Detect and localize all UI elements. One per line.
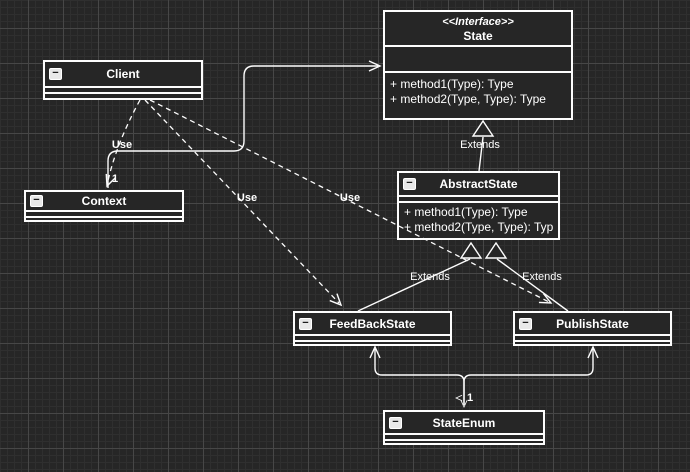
- class-state[interactable]: <<Interface>> State + method1(Type): Typ…: [383, 10, 573, 120]
- open-arrow-icon: [329, 293, 343, 307]
- collapsed-attributes: [45, 88, 201, 94]
- diagram-canvas[interactable]: <<Interface>> State + method1(Type): Typ…: [0, 0, 690, 472]
- class-stateenum-title-bar: − StateEnum: [385, 412, 543, 435]
- class-client-title-bar: − Client: [45, 62, 201, 88]
- class-publishstate-name: PublishState: [556, 316, 629, 331]
- method-row: + method2(Type, Type): Type: [390, 92, 546, 106]
- class-abstractstate[interactable]: − AbstractState + method1(Type): Type + …: [397, 171, 560, 240]
- class-feedbackstate-title-bar: − FeedBackState: [295, 313, 450, 336]
- collapsed-attributes: [26, 212, 182, 218]
- class-context[interactable]: − Context: [24, 190, 184, 222]
- class-state-attributes: [385, 47, 571, 73]
- edge-publishstate-abstractstate-extends[interactable]: [496, 258, 569, 312]
- class-feedbackstate-name: FeedBackState: [329, 316, 416, 331]
- collapsed-attributes: [385, 435, 543, 441]
- edge-label-extends-left[interactable]: Extends: [410, 271, 450, 283]
- edge-label-use-context[interactable]: Use: [112, 139, 132, 151]
- collapse-icon[interactable]: −: [30, 195, 43, 207]
- class-abstractstate-name: AbstractState: [439, 177, 518, 191]
- class-publishstate[interactable]: − PublishState: [513, 311, 672, 346]
- collapsed-attributes: [515, 336, 670, 342]
- edge-label-multiplicity-context[interactable]: 1: [112, 173, 118, 185]
- collapsed-attributes: [295, 336, 450, 342]
- class-state-stereotype: <<Interface>>: [442, 15, 514, 28]
- class-context-title-bar: − Context: [26, 192, 182, 212]
- class-state-title-bar: <<Interface>> State: [385, 12, 571, 47]
- edge-stateenum-feedbackstate[interactable]: [374, 349, 465, 405]
- open-chevron-icon: [455, 394, 463, 402]
- class-context-name: Context: [81, 194, 127, 208]
- open-arrow-icon: [538, 293, 553, 304]
- class-state-methods: + method1(Type): Type + method2(Type, Ty…: [385, 73, 571, 107]
- edge-label-use-feedbackstate[interactable]: Use: [237, 192, 257, 204]
- collapse-icon[interactable]: −: [403, 178, 416, 190]
- open-arrow-icon: [587, 345, 599, 359]
- class-client-name: Client: [106, 67, 140, 81]
- method-row: + method1(Type): Type: [390, 77, 514, 91]
- class-abstractstate-title-bar: − AbstractState: [399, 173, 558, 197]
- class-feedbackstate[interactable]: − FeedBackState: [293, 311, 452, 346]
- class-stateenum-name: StateEnum: [432, 415, 496, 430]
- class-abstractstate-methods: + method1(Type): Type + method2(Type, Ty…: [399, 203, 558, 235]
- class-state-name: State: [463, 28, 493, 43]
- edge-label-extends-state[interactable]: Extends: [460, 139, 500, 151]
- edge-stateenum-publishstate[interactable]: [463, 349, 594, 405]
- edge-label-use-publishstate[interactable]: Use: [340, 192, 360, 204]
- edge-label-multiplicity-stateenum[interactable]: 1: [467, 392, 473, 404]
- method-row: + method2(Type, Type): Typ: [404, 220, 554, 234]
- class-publishstate-title-bar: − PublishState: [515, 313, 670, 336]
- inheritance-triangle-icon: [471, 119, 495, 137]
- class-stateenum[interactable]: − StateEnum: [383, 410, 545, 445]
- method-row: + method1(Type): Type: [404, 205, 528, 219]
- edge-feedbackstate-abstractstate-extends[interactable]: [357, 258, 471, 312]
- collapse-icon[interactable]: −: [389, 416, 402, 429]
- collapse-icon[interactable]: −: [519, 317, 532, 330]
- inheritance-triangle-icon: [484, 241, 508, 259]
- class-client[interactable]: − Client: [43, 60, 203, 100]
- edge-label-extends-right[interactable]: Extends: [522, 271, 562, 283]
- collapse-icon[interactable]: −: [299, 317, 312, 330]
- open-arrow-icon: [368, 60, 382, 72]
- open-arrow-icon: [369, 345, 381, 359]
- inheritance-triangle-icon: [459, 241, 483, 259]
- collapse-icon[interactable]: −: [49, 68, 62, 80]
